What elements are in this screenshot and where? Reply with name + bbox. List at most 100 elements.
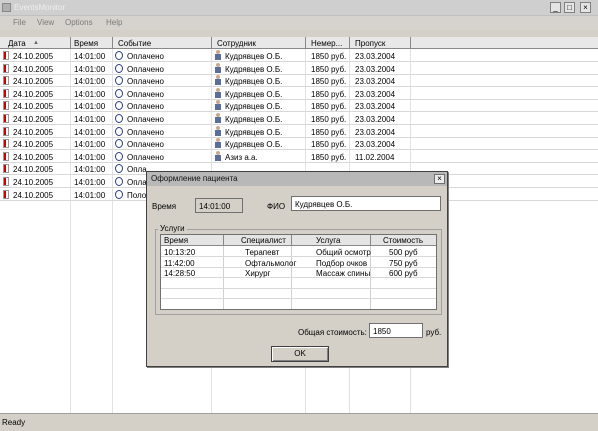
cell-employee: Кудрявцев О.Б. <box>225 89 283 99</box>
cell-time: 14:01:00 <box>74 140 106 150</box>
cell-amount: 1850 руб. <box>311 77 347 87</box>
svc-col-time[interactable]: Время <box>164 236 188 245</box>
table-row[interactable]: 24.10.2005 14:01:00 Оплачено Кудрявцев О.Б.… <box>0 125 598 138</box>
event-status-icon <box>115 126 123 136</box>
cell-event: Оплачено <box>127 152 164 162</box>
svc-col-cost[interactable]: Стоимость <box>383 236 423 245</box>
cell-time: 14:01:00 <box>74 115 106 124</box>
cell-time: 14:01:00 <box>74 152 106 162</box>
cell-event: Оплачено <box>127 102 164 112</box>
minimize-button[interactable]: _ <box>550 2 561 13</box>
document-icon <box>3 151 9 161</box>
col-amount[interactable]: Немер... <box>311 39 342 48</box>
service-time: 10:13:20 <box>164 248 196 257</box>
ok-button[interactable]: OK <box>271 346 329 362</box>
document-icon <box>3 63 9 73</box>
cell-time: 14:01:00 <box>74 89 106 99</box>
window-title: EventsMonitor <box>14 3 66 12</box>
table-row[interactable]: 24.10.2005 14:01:00 Оплачено Кудрявцев О.Б.… <box>0 75 598 88</box>
service-row[interactable]: 11:42:00 Офтальмолог Подбор очков 750 руб <box>161 258 436 268</box>
cell-date: 24.10.2005 <box>13 115 54 124</box>
col-time[interactable]: Время <box>74 39 98 48</box>
maximize-button[interactable]: □ <box>564 2 575 13</box>
service-row[interactable]: 14:28:50 Хирург Массаж спины 600 руб <box>161 268 436 278</box>
cell-date: 24.10.2005 <box>13 165 54 175</box>
person-icon <box>214 138 222 149</box>
menu-help[interactable]: Help <box>106 18 122 27</box>
table-row[interactable]: 24.10.2005 14:01:00 Оплачено Кудрявцев О.Б.… <box>0 87 598 100</box>
person-icon <box>214 125 222 137</box>
event-status-icon <box>115 189 123 199</box>
total-unit: руб. <box>426 328 442 337</box>
cell-time: 14:01:00 <box>74 178 106 187</box>
fio-field[interactable]: Кудрявцев О.Б. <box>291 196 441 211</box>
table-row[interactable]: 24.10.2005 14:01:00 Оплачено Кудрявцев О.Б.… <box>0 113 598 125</box>
service-row[interactable] <box>161 279 436 289</box>
svc-col-specialist[interactable]: Специалист <box>241 236 286 245</box>
menu-file[interactable]: File <box>13 18 26 27</box>
col-pass[interactable]: Пропуск <box>355 39 385 48</box>
service-cost: 600 руб <box>389 269 418 278</box>
cell-date: 24.10.2005 <box>13 152 54 162</box>
table-row[interactable]: 24.10.2005 14:01:00 Оплачено Азиз а.а. 1850 … <box>0 150 598 163</box>
cell-pass: 23.03.2004 <box>355 52 396 61</box>
cell-event: Оплачено <box>127 52 164 61</box>
svc-col-service[interactable]: Услуга <box>316 236 340 245</box>
cell-time: 14:01:00 <box>74 127 106 137</box>
menu-view[interactable]: View <box>37 18 54 27</box>
table-row[interactable]: 24.10.2005 14:01:00 Оплачено Кудрявцев О.Б.… <box>0 50 598 62</box>
col-employee[interactable]: Сотрудник <box>217 39 256 48</box>
col-date[interactable]: Дата <box>8 39 26 48</box>
main-window: EventsMonitor _ □ × File View Options He… <box>0 0 598 431</box>
cell-event: Оплачено <box>127 64 164 74</box>
cell-employee: Кудрявцев О.Б. <box>225 115 283 124</box>
table-row[interactable]: 24.10.2005 14:01:00 Оплачено Кудрявцев О.Б.… <box>0 62 598 75</box>
cell-date: 24.10.2005 <box>13 52 54 61</box>
dialog-title: Оформление пациента <box>151 174 238 183</box>
cell-employee: Кудрявцев О.Б. <box>225 127 283 137</box>
cell-date: 24.10.2005 <box>13 102 54 112</box>
cell-employee: Азиз а.а. <box>225 152 258 162</box>
total-field[interactable]: 1850 <box>369 323 423 338</box>
service-row[interactable]: 10:13:20 Терапевт Общий осмотр 500 руб <box>161 247 436 257</box>
document-icon <box>3 177 9 186</box>
col-event[interactable]: Событие <box>118 39 151 48</box>
document-icon <box>3 101 9 111</box>
event-status-icon <box>115 63 123 73</box>
time-field: 14:01:00 <box>195 198 243 213</box>
services-table[interactable]: Время Специалист Услуга Стоимость 10:13:… <box>160 234 437 310</box>
event-status-icon <box>115 88 123 98</box>
service-row[interactable] <box>161 289 436 299</box>
service-specialist: Терапевт <box>245 248 280 257</box>
title-bar[interactable]: EventsMonitor _ □ × <box>0 0 598 16</box>
cell-pass: 23.03.2004 <box>355 115 396 124</box>
cell-date: 24.10.2005 <box>13 89 54 99</box>
event-status-icon <box>115 151 123 161</box>
close-button[interactable]: × <box>580 2 591 13</box>
event-status-icon <box>115 114 123 123</box>
cell-amount: 1850 руб. <box>311 89 347 99</box>
table-row[interactable]: 24.10.2005 14:01:00 Оплачено Кудрявцев О.Б.… <box>0 138 598 151</box>
service-specialist: Хирург <box>245 269 271 278</box>
cell-pass: 23.03.2004 <box>355 77 396 87</box>
document-icon <box>3 51 9 60</box>
event-status-icon <box>115 139 123 149</box>
document-icon <box>3 88 9 98</box>
document-icon <box>3 139 9 149</box>
cell-pass: 23.03.2004 <box>355 89 396 99</box>
cell-event: Оплачено <box>127 115 164 124</box>
cell-time: 14:01:00 <box>74 77 106 87</box>
cell-date: 24.10.2005 <box>13 77 54 87</box>
event-status-icon <box>115 164 123 174</box>
menu-options[interactable]: Options <box>65 18 93 27</box>
service-cost: 750 руб <box>389 258 418 268</box>
dialog-title-bar[interactable]: Оформление пациента × <box>147 172 447 186</box>
table-row[interactable]: 24.10.2005 14:01:00 Оплачено Кудрявцев О.Б.… <box>0 100 598 113</box>
dialog-close-button[interactable]: × <box>434 174 445 184</box>
service-cost: 500 руб <box>389 248 418 257</box>
cell-time: 14:01:00 <box>74 52 106 61</box>
cell-date: 24.10.2005 <box>13 190 54 200</box>
services-label: Услуги <box>158 224 187 233</box>
status-text: Ready <box>2 418 26 427</box>
cell-employee: Кудрявцев О.Б. <box>225 102 283 112</box>
